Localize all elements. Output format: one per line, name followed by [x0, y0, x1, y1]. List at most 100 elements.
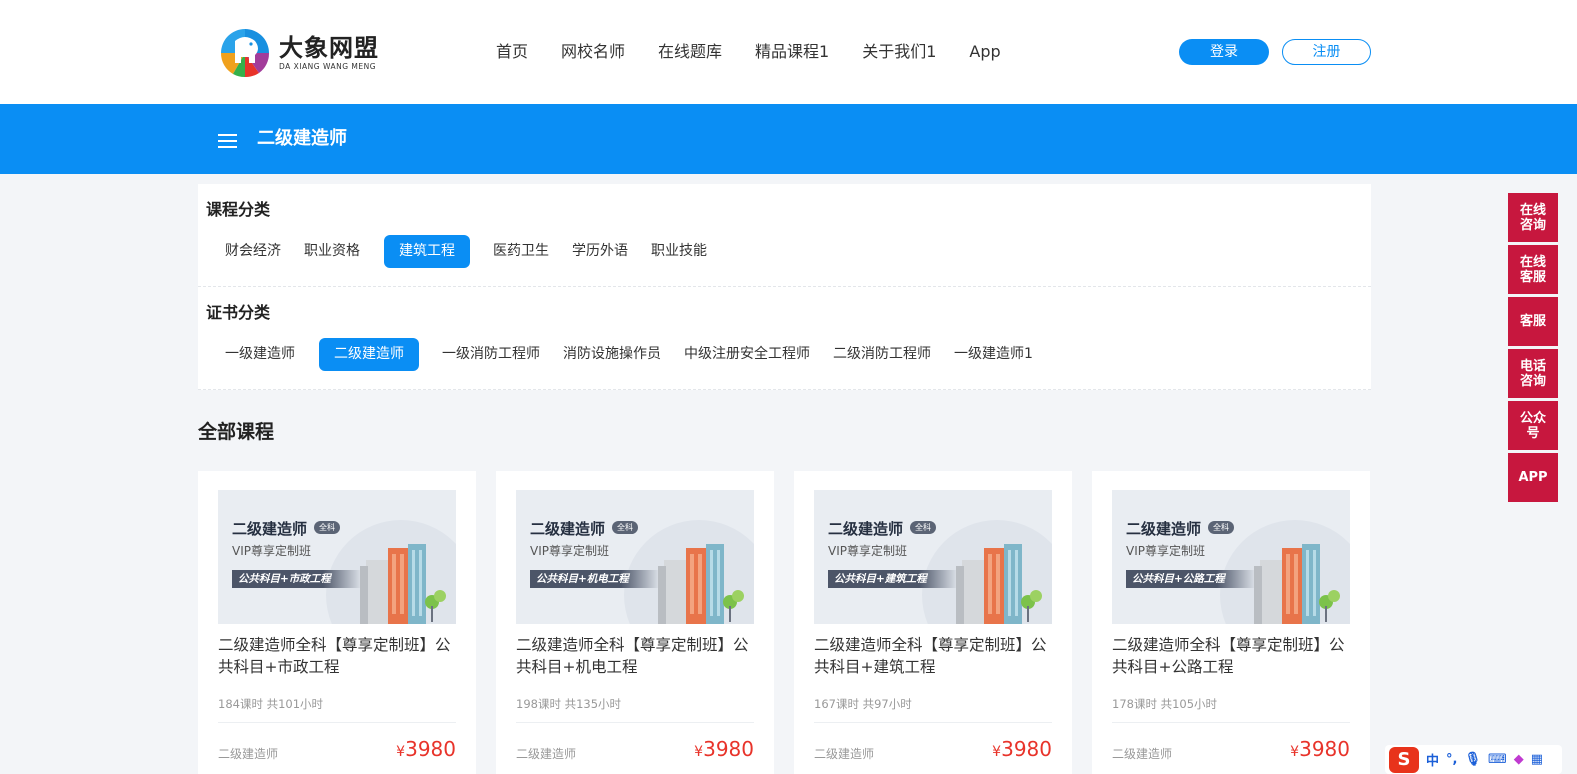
course-category: 二级建造师 [814, 747, 875, 761]
nav-courses[interactable]: 精品课程1 [755, 40, 829, 64]
divider [814, 722, 1052, 723]
chip-skills[interactable]: 职业技能 [640, 235, 718, 268]
chip-second-builder[interactable]: 二级建造师 [319, 338, 419, 371]
course-list: 二级建造师 全科 VIP尊享定制班 公共科目+市政工程 二级建造师全科【尊享定制… [198, 471, 1370, 774]
thumb-ribbon: 公共科目+机电工程 [530, 570, 660, 588]
ime-language-toggle[interactable]: 中 [1426, 750, 1439, 769]
thumb-tag: 全科 [612, 521, 638, 534]
course-card[interactable]: 二级建造师 全科 VIP尊享定制班 公共科目+机电工程 二级建造师全科【尊享定制… [496, 471, 774, 774]
course-meta: 198课时 共135小时 [516, 697, 622, 711]
customer-service-button[interactable]: 客服 [1508, 297, 1558, 346]
thumb-tag: 全科 [910, 521, 936, 534]
course-meta: 178课时 共105小时 [1112, 697, 1218, 711]
course-card[interactable]: 二级建造师 全科 VIP尊享定制班 公共科目+市政工程 二级建造师全科【尊享定制… [198, 471, 476, 774]
all-courses-title: 全部课程 [198, 421, 275, 443]
filter-panel: 课程分类 财会经济 职业资格 建筑工程 医药卫生 学历外语 职业技能 证书分类 … [198, 184, 1371, 390]
building-illustration-icon [658, 544, 744, 624]
building-illustration-icon [1254, 544, 1340, 624]
hamburger-menu-icon[interactable] [218, 134, 237, 148]
login-button[interactable]: 登录 [1179, 39, 1269, 65]
grid-menu-icon[interactable]: ▦ [1531, 752, 1543, 767]
course-category: 二级建造师 [218, 747, 279, 761]
course-category: 二级建造师 [516, 747, 577, 761]
thumb-title: 二级建造师 [232, 520, 308, 538]
certificate-category-label: 证书分类 [206, 303, 271, 322]
nav-home[interactable]: 首页 [496, 40, 528, 64]
thumb-ribbon: 公共科目+市政工程 [232, 570, 362, 588]
category-title: 二级建造师 [257, 128, 347, 149]
course-thumbnail[interactable]: 二级建造师 全科 VIP尊享定制班 公共科目+建筑工程 [814, 490, 1052, 624]
building-illustration-icon [956, 544, 1042, 624]
course-card[interactable]: 二级建造师 全科 VIP尊享定制班 公共科目+建筑工程 二级建造师全科【尊享定制… [794, 471, 1072, 774]
course-category: 二级建造师 [1112, 747, 1173, 761]
thumb-ribbon: 公共科目+建筑工程 [828, 570, 958, 588]
ime-toolbar: S 中 °, 🎙 ⌨ ◆ ▦ [1385, 745, 1562, 774]
thumb-subtitle: VIP尊享定制班 [1126, 544, 1205, 558]
course-meta: 184课时 共101小时 [218, 697, 324, 711]
course-thumbnail[interactable]: 二级建造师 全科 VIP尊享定制班 公共科目+公路工程 [1112, 490, 1350, 624]
course-category-filter: 课程分类 财会经济 职业资格 建筑工程 医药卫生 学历外语 职业技能 [198, 184, 1371, 287]
nav-question-bank[interactable]: 在线题库 [658, 40, 722, 64]
wechat-official-button[interactable]: 公众号 [1508, 401, 1558, 450]
course-title[interactable]: 二级建造师全科【尊享定制班】公共科目+建筑工程 [814, 634, 1054, 678]
course-thumbnail[interactable]: 二级建造师 全科 VIP尊享定制班 公共科目+市政工程 [218, 490, 456, 624]
thumb-title: 二级建造师 [828, 520, 904, 538]
logo-title: 大象网盟 [279, 34, 379, 62]
course-title[interactable]: 二级建造师全科【尊享定制班】公共科目+市政工程 [218, 634, 458, 678]
phone-consult-button[interactable]: 电话咨询 [1508, 349, 1558, 398]
course-thumbnail[interactable]: 二级建造师 全科 VIP尊享定制班 公共科目+机电工程 [516, 490, 754, 624]
microphone-icon[interactable]: 🎙 [1464, 752, 1481, 767]
nav-app[interactable]: App [969, 40, 1000, 64]
course-meta: 167课时 共97小时 [814, 697, 912, 711]
thumb-tag: 全科 [314, 521, 340, 534]
course-price: ¥3980 [1290, 737, 1350, 761]
elephant-logo-icon [219, 27, 271, 79]
divider [1112, 722, 1350, 723]
course-card[interactable]: 二级建造师 全科 VIP尊享定制班 公共科目+公路工程 二级建造师全科【尊享定制… [1092, 471, 1370, 774]
online-service-button[interactable]: 在线客服 [1508, 245, 1558, 294]
chip-fire-engineer-2[interactable]: 二级消防工程师 [822, 338, 942, 371]
sogou-logo-icon[interactable]: S [1389, 746, 1419, 773]
category-bar: 二级建造师 [0, 104, 1577, 174]
chip-qualification[interactable]: 职业资格 [293, 235, 371, 268]
floating-service-bar: 在线咨询 在线客服 客服 电话咨询 公众号 APP [1508, 193, 1558, 505]
nav-about[interactable]: 关于我们1 [862, 40, 936, 64]
nav-teachers[interactable]: 网校名师 [561, 40, 625, 64]
chip-fire-operator[interactable]: 消防设施操作员 [552, 338, 672, 371]
thumb-title: 二级建造师 [1126, 520, 1202, 538]
course-title[interactable]: 二级建造师全科【尊享定制班】公共科目+公路工程 [1112, 634, 1352, 678]
skin-icon[interactable]: ◆ [1514, 752, 1524, 767]
thumb-subtitle: VIP尊享定制班 [530, 544, 609, 558]
course-price: ¥3980 [694, 737, 754, 761]
register-button[interactable]: 注册 [1282, 39, 1371, 65]
chip-safety-engineer[interactable]: 中级注册安全工程师 [673, 338, 821, 371]
keyboard-icon[interactable]: ⌨ [1488, 752, 1507, 767]
thumb-title: 二级建造师 [530, 520, 606, 538]
course-category-label: 课程分类 [206, 200, 271, 219]
thumb-ribbon: 公共科目+公路工程 [1126, 570, 1256, 588]
thumb-subtitle: VIP尊享定制班 [828, 544, 907, 558]
chip-language[interactable]: 学历外语 [561, 235, 639, 268]
main-nav: 首页 网校名师 在线题库 精品课程1 关于我们1 App [496, 40, 1034, 64]
chip-fire-engineer-1[interactable]: 一级消防工程师 [431, 338, 551, 371]
chip-finance[interactable]: 财会经济 [214, 235, 292, 268]
chip-medical[interactable]: 医药卫生 [482, 235, 560, 268]
thumb-tag: 全科 [1208, 521, 1234, 534]
building-illustration-icon [360, 544, 446, 624]
course-title[interactable]: 二级建造师全科【尊享定制班】公共科目+机电工程 [516, 634, 756, 678]
online-consult-button[interactable]: 在线咨询 [1508, 193, 1558, 242]
divider [516, 722, 754, 723]
thumb-subtitle: VIP尊享定制班 [232, 544, 311, 558]
divider [218, 722, 456, 723]
site-header: 大象网盟 DA XIANG WANG MENG 首页 网校名师 在线题库 精品课… [0, 0, 1577, 104]
chip-first-builder-1[interactable]: 一级建造师1 [943, 338, 1044, 371]
course-price: ¥3980 [396, 737, 456, 761]
logo-subtitle: DA XIANG WANG MENG [279, 62, 377, 71]
chip-first-builder[interactable]: 一级建造师 [214, 338, 306, 371]
app-button[interactable]: APP [1508, 453, 1558, 502]
site-logo[interactable]: 大象网盟 DA XIANG WANG MENG [219, 27, 394, 79]
certificate-category-filter: 证书分类 一级建造师 二级建造师 一级消防工程师 消防设施操作员 中级注册安全工… [198, 287, 1371, 390]
course-price: ¥3980 [992, 737, 1052, 761]
chip-construction[interactable]: 建筑工程 [384, 235, 470, 268]
punctuation-icon[interactable]: °, [1446, 752, 1457, 767]
